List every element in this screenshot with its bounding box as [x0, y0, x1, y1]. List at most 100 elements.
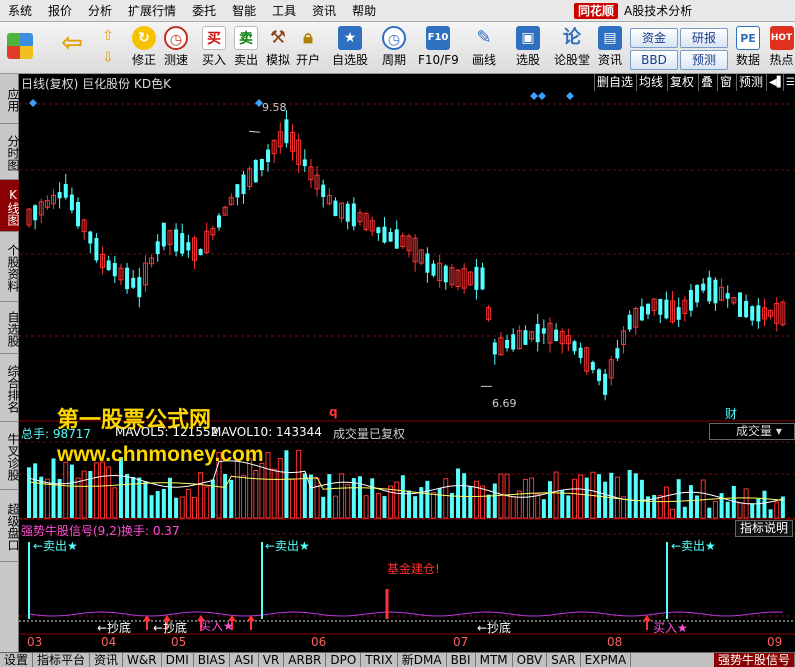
volume-bar: [774, 501, 780, 519]
revise-button[interactable]: ↻ 修正: [128, 25, 160, 71]
candle-body: [664, 299, 669, 319]
volume-bar: [308, 474, 313, 518]
page-up-down-button[interactable]: ⇧ ⇩: [98, 25, 118, 71]
tab-diagnosis[interactable]: 牛叉诊股: [0, 422, 20, 490]
volume-bar: [516, 490, 522, 519]
watermark-title: 第一股票公式网: [57, 408, 212, 433]
tab-ranking[interactable]: 综合排名: [0, 354, 20, 422]
bottom-tab-4[interactable]: DMI: [162, 653, 194, 667]
f10-button[interactable]: F10 F10/F9: [418, 25, 459, 71]
chart-canvas[interactable]: 03 04 05 06 07 08 09 ←卖出★ ←卖出★ ←卖出★ 基金建仓! ←抄底 ←抄底 ←抄底…: [19, 74, 795, 652]
candle-body: [174, 229, 179, 252]
bottom-tab-0[interactable]: 设置: [0, 653, 34, 667]
menu-help[interactable]: 帮助: [344, 0, 384, 22]
bottom-tab-3[interactable]: W&R: [123, 653, 162, 667]
sell-button[interactable]: 卖 卖出: [230, 25, 262, 71]
finance-marker[interactable]: 财: [725, 405, 737, 422]
simulate-button[interactable]: ⚒ 模拟: [262, 25, 294, 71]
stock-pick-button[interactable]: ▣ 选股: [510, 25, 546, 71]
tab-stock-profile[interactable]: 个股资料: [0, 232, 20, 302]
back-button[interactable]: ⇦: [56, 25, 88, 71]
chart-area[interactable]: 03 04 05 06 07 08 09 ←卖出★ ←卖出★ ←卖出★ 基金建仓! ←抄底 ←抄底 ←抄底…: [19, 74, 795, 652]
news-button[interactable]: ▤ 资讯: [594, 25, 626, 71]
forecast-toggle-button[interactable]: 预测: [736, 74, 765, 91]
tab-apps[interactable]: 应用: [0, 74, 20, 124]
menu-smart[interactable]: 智能: [224, 0, 264, 22]
tab-kline[interactable]: K线图: [0, 180, 20, 232]
hot-button[interactable]: HOT 热点: [768, 25, 795, 71]
bottom-tab-7[interactable]: VR: [259, 653, 285, 667]
bottom-tab-12[interactable]: BBI: [447, 653, 476, 667]
revise-icon: ↻: [132, 26, 156, 50]
dividend-marker[interactable]: q: [329, 405, 338, 419]
moving-average-button[interactable]: 均线: [636, 74, 665, 91]
capital-button[interactable]: 资金: [630, 28, 678, 48]
bottom-tab-11[interactable]: 新DMA: [398, 653, 447, 667]
bottom-tab-16[interactable]: EXPMA: [581, 653, 632, 667]
x-axis-label: 05: [171, 635, 186, 649]
bottom-tab-6[interactable]: ASI: [230, 653, 259, 667]
buy-button[interactable]: 买 买入: [198, 25, 230, 71]
forum-button[interactable]: 论 论股堂: [554, 25, 590, 71]
bottom-tab-15[interactable]: SAR: [547, 653, 581, 667]
open-account-button[interactable]: 🔒︎ 开户: [292, 25, 324, 71]
candle-body: [541, 328, 546, 334]
candle-body: [63, 183, 68, 198]
research-button[interactable]: 研报: [680, 28, 728, 48]
bottom-tab-10[interactable]: TRIX: [361, 653, 398, 667]
left-tab-bar: 应用 分时图 K线图 个股资料 自选股 综合排名 牛叉诊股 超级盘口: [0, 74, 20, 652]
menu-system[interactable]: 系统: [0, 0, 40, 22]
candle-body: [425, 253, 430, 273]
bottom-tab-13[interactable]: MTM: [476, 653, 513, 667]
volume-bar: [437, 488, 442, 518]
volume-bar: [707, 507, 712, 518]
window-button[interactable]: 窗: [717, 74, 734, 91]
windows-logo-button[interactable]: [4, 25, 36, 71]
menu-news[interactable]: 资讯: [304, 0, 344, 22]
volume-indicator-selector[interactable]: 成交量 ▾: [709, 423, 795, 440]
candle-body: [88, 231, 93, 244]
indicator-explain-button[interactable]: 指标说明: [735, 520, 794, 537]
volume-bar: [394, 481, 400, 519]
gavel-icon: ⚒: [269, 27, 287, 48]
menu-quote[interactable]: 报价: [40, 0, 80, 22]
bottom-tab-2[interactable]: 资讯: [90, 653, 124, 667]
bottom-tab-8[interactable]: ARBR: [284, 653, 327, 667]
bottom-tab-17[interactable]: 强势牛股信号: [713, 653, 795, 667]
menu-tools[interactable]: 工具: [264, 0, 304, 22]
period-button[interactable]: ◷ 周期: [376, 25, 412, 71]
watermark-url: www.chnmoney.com: [57, 443, 264, 466]
bottom-tab-5[interactable]: BIAS: [194, 653, 231, 667]
volume-bar: [332, 495, 338, 519]
arrow-up-icon: ⇧: [102, 28, 114, 44]
menu-extended-market[interactable]: 扩展行情: [120, 0, 184, 22]
tab-watchlist[interactable]: 自选股: [0, 302, 20, 354]
speed-test-button[interactable]: ◷ 测速: [160, 25, 192, 71]
data-button[interactable]: PE 数据: [732, 25, 764, 71]
menu-analysis[interactable]: 分析: [80, 0, 120, 22]
bbd-button[interactable]: BBD: [630, 50, 678, 70]
self-select-button[interactable]: ★ 自选股: [330, 25, 370, 71]
tab-intraday[interactable]: 分时图: [0, 124, 20, 180]
volume-bar: [100, 461, 106, 519]
volume-bar: [314, 477, 320, 519]
draw-line-button[interactable]: ✎ 画线: [466, 25, 502, 71]
overlay-button[interactable]: 叠: [698, 74, 715, 91]
tab-super-level[interactable]: 超级盘口: [0, 490, 20, 562]
candle-body: [186, 242, 191, 251]
volume-bar: [125, 473, 130, 518]
volume-bar: [750, 503, 755, 518]
volume-bar: [143, 481, 148, 518]
bottom-tab-9[interactable]: DPO: [326, 653, 362, 667]
volume-bar: [584, 477, 589, 518]
adjust-button[interactable]: 复权: [667, 74, 696, 91]
candle-body: [333, 200, 338, 217]
remove-watchlist-button[interactable]: 删自选: [594, 74, 635, 91]
forecast-button[interactable]: 预测: [680, 50, 728, 70]
menu-toggle-icon[interactable]: ☰: [783, 74, 795, 91]
pencil-icon: ✎: [476, 27, 492, 48]
menu-trade[interactable]: 委托: [184, 0, 224, 22]
candle-body: [554, 329, 559, 341]
bottom-tab-14[interactable]: OBV: [513, 653, 548, 667]
bottom-tab-1[interactable]: 指标平台: [33, 653, 91, 667]
